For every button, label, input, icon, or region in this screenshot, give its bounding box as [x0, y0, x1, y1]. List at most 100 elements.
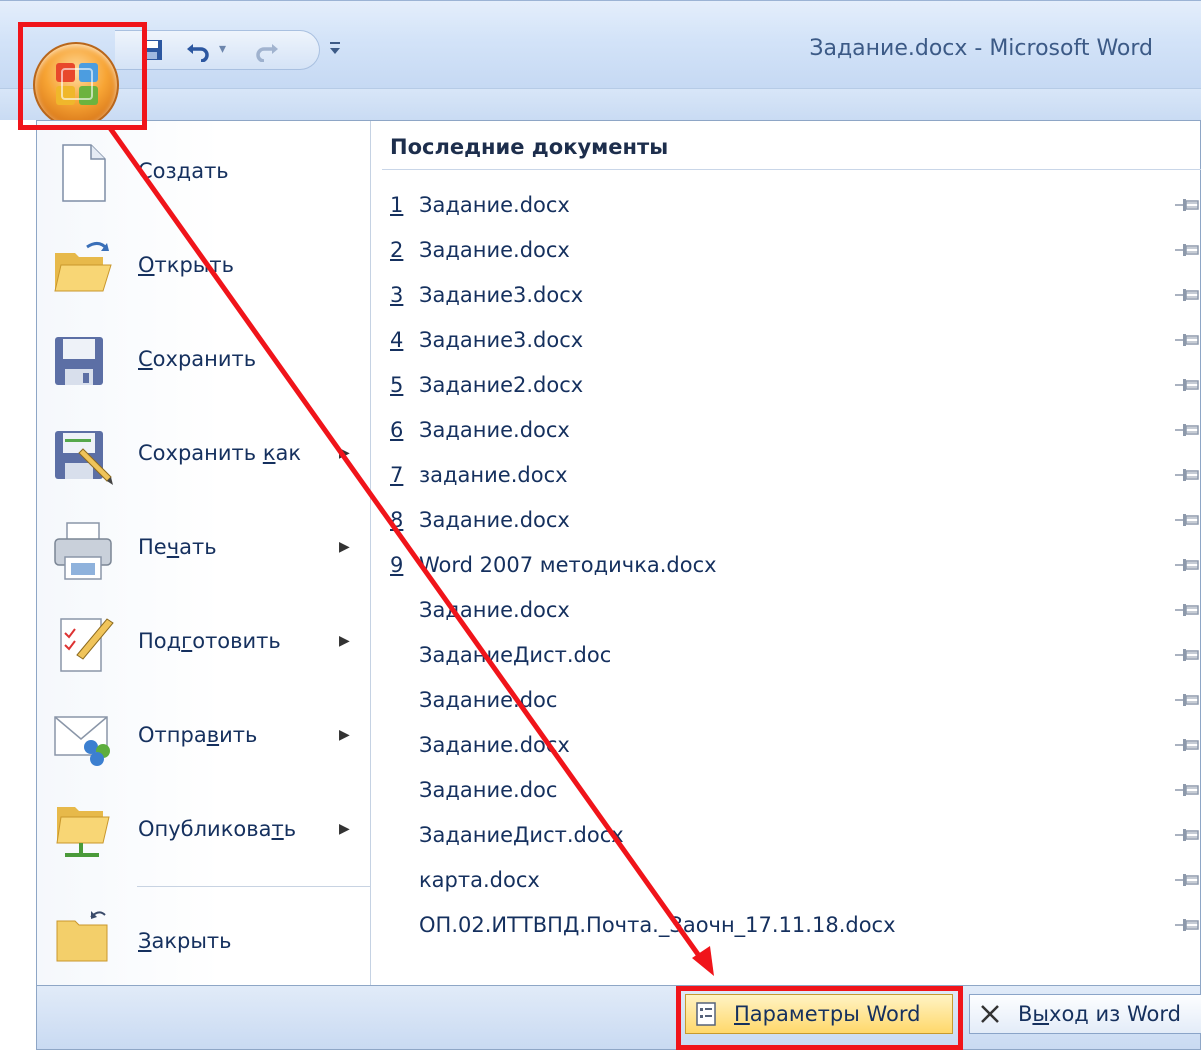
pin-icon[interactable] [1174, 375, 1200, 395]
pin-icon[interactable] [1174, 735, 1200, 755]
menu-item-save[interactable]: Сохранить [37, 319, 371, 414]
recent-document-number: 1 [390, 193, 404, 217]
recent-document-item[interactable]: 2 Задание.docx [372, 230, 1201, 275]
recent-document-item[interactable]: Задание.docx [372, 725, 1201, 770]
recent-document-item[interactable]: ЗаданиеДист.docx [372, 815, 1201, 860]
menu-label-save: Сохранить [138, 347, 257, 371]
pin-icon[interactable] [1174, 870, 1200, 890]
recent-document-item[interactable]: 5 Задание2.docx [372, 365, 1201, 410]
recent-document-number: 2 [390, 238, 404, 262]
submenu-arrow-icon: ▶ [339, 633, 350, 649]
submenu-arrow-icon: ▶ [339, 727, 350, 743]
pin-icon[interactable] [1174, 645, 1200, 665]
recent-document-name: ЗаданиеДист.docx [419, 823, 624, 847]
recent-document-number: 4 [390, 328, 404, 352]
pin-icon[interactable] [1174, 600, 1200, 620]
recent-document-name: Задание2.docx [419, 373, 584, 397]
save-as-icon [55, 431, 113, 485]
recent-document-name: ОП.02.ИТТВПД.Почта._Заочн_17.11.18.docx [419, 913, 896, 937]
recent-document-name: задание.docx [419, 463, 568, 487]
recent-document-name: Задание3.docx [419, 328, 584, 352]
pin-icon[interactable] [1174, 330, 1200, 350]
menu-item-print[interactable]: Печать ▶ [37, 507, 371, 602]
recent-document-number: 8 [390, 508, 404, 532]
customize-icon[interactable] [328, 40, 342, 60]
recent-document-item[interactable]: Задание.docx [372, 590, 1201, 635]
pin-icon[interactable] [1174, 510, 1200, 530]
recent-document-item[interactable]: 9 Word 2007 методичка.docx [372, 545, 1201, 590]
pin-icon[interactable] [1174, 420, 1200, 440]
recent-document-item[interactable]: Задание.doc [372, 770, 1201, 815]
menu-item-send[interactable]: Отправить ▶ [37, 695, 371, 790]
recent-document-name: Задание.docx [419, 238, 570, 262]
recent-document-item[interactable]: 6 Задание.docx [372, 410, 1201, 455]
menu-item-save-as[interactable]: Сохранить как ▶ [37, 413, 371, 508]
recent-document-name: карта.docx [419, 868, 540, 892]
recent-document-item[interactable]: 1 Задание.docx [372, 185, 1201, 230]
recent-document-item[interactable]: ОП.02.ИТТВПД.Почта._Заочн_17.11.18.docx [372, 905, 1201, 950]
save-icon [55, 337, 103, 385]
submenu-arrow-icon: ▶ [339, 821, 350, 837]
menu-item-close[interactable]: Закрыть [37, 893, 371, 988]
recent-documents-pane: Последние документы 1 Задание.docx 2 Задани… [372, 121, 1201, 985]
menu-label-save-as: Сохранить как [138, 441, 302, 465]
pin-icon[interactable] [1174, 825, 1200, 845]
pin-icon[interactable] [1174, 285, 1200, 305]
pin-icon[interactable] [1174, 240, 1200, 260]
recent-document-number: 7 [390, 463, 404, 487]
office-menu: Создать Открыть Сохранить Сохранить как … [36, 120, 1201, 986]
prepare-icon [60, 618, 114, 672]
recent-document-item[interactable]: 8 Задание.docx [372, 500, 1201, 545]
recent-document-name: Задание3.docx [419, 283, 584, 307]
redo-icon[interactable] [251, 35, 281, 65]
ribbon-strip [0, 88, 1201, 120]
menu-commands: Создать Открыть Сохранить Сохранить как … [37, 121, 371, 985]
menu-item-new[interactable]: Создать [37, 131, 371, 226]
recent-document-name: Задание.docx [419, 418, 570, 442]
recent-document-number: 5 [390, 373, 404, 397]
pin-icon[interactable] [1174, 465, 1200, 485]
publish-icon [56, 807, 110, 857]
menu-label-publish: Опубликовать [138, 817, 297, 841]
recent-document-name: Задание.docx [419, 598, 570, 622]
undo-icon[interactable] [183, 35, 213, 65]
close-folder-icon [56, 911, 108, 962]
recent-document-item[interactable]: 4 Задание3.docx [372, 320, 1201, 365]
recent-document-number: 3 [390, 283, 404, 307]
pin-icon[interactable] [1174, 915, 1200, 935]
send-icon [54, 716, 110, 766]
recent-document-item[interactable]: карта.docx [372, 860, 1201, 905]
open-folder-icon [54, 242, 112, 292]
pin-icon[interactable] [1174, 555, 1200, 575]
menu-label-prepare: Подготовить [138, 629, 281, 653]
recent-document-name: ЗаданиеДист.doc [419, 643, 612, 667]
annotation-box-word-options [676, 986, 963, 1050]
menu-item-prepare[interactable]: Подготовить ▶ [37, 601, 371, 696]
submenu-arrow-icon: ▶ [339, 539, 350, 555]
recent-document-item[interactable]: 3 Задание3.docx [372, 275, 1201, 320]
pin-icon[interactable] [1174, 690, 1200, 710]
recent-document-name: Задание.docx [419, 193, 570, 217]
recent-document-item[interactable]: ЗаданиеДист.doc [372, 635, 1201, 680]
new-document-icon [62, 144, 106, 202]
pin-icon[interactable] [1174, 195, 1200, 215]
recent-document-item[interactable]: Задание.doc [372, 680, 1201, 725]
menu-label-close: Закрыть [138, 929, 232, 953]
undo-dropdown-icon[interactable]: ▾ [219, 41, 226, 57]
menu-label-open: Открыть [138, 253, 234, 277]
recent-header-rule [382, 169, 1201, 170]
recent-document-name: Задание.docx [419, 733, 570, 757]
menu-footer: Параметры Word Выход из Word [36, 986, 1201, 1050]
menu-item-publish[interactable]: Опубликовать ▶ [37, 789, 371, 884]
recent-document-name: Задание.doc [419, 778, 558, 802]
submenu-arrow-icon: ▶ [339, 445, 350, 461]
pin-icon[interactable] [1174, 780, 1200, 800]
exit-word-button[interactable]: Выход из Word [969, 994, 1201, 1034]
recent-document-name: Задание.doc [419, 688, 558, 712]
menu-item-open[interactable]: Открыть [37, 225, 371, 320]
window-title: Задание.docx - Microsoft Word [809, 36, 1153, 61]
menu-label-send: Отправить [138, 723, 258, 747]
menu-divider [137, 886, 371, 887]
close-x-icon [978, 1001, 1002, 1027]
recent-document-item[interactable]: 7 задание.docx [372, 455, 1201, 500]
